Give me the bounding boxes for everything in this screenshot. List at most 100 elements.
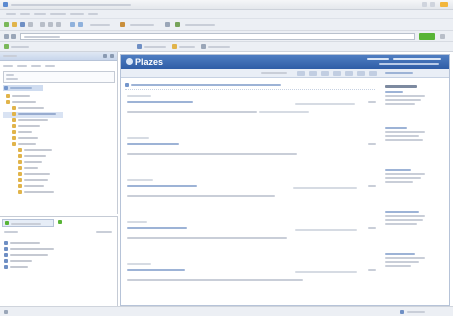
- status-bar: [0, 306, 453, 316]
- sidebar-text: [385, 223, 417, 225]
- site-logo[interactable]: Plazes: [135, 57, 163, 67]
- menu-edit[interactable]: [20, 13, 30, 15]
- post-title-link[interactable]: [127, 185, 197, 187]
- nav-tool-2[interactable]: [17, 65, 27, 67]
- outline-tab-label[interactable]: [179, 46, 195, 48]
- maximize-icon[interactable]: [430, 2, 435, 7]
- new-icon[interactable]: [4, 22, 9, 27]
- sidebar-link[interactable]: [385, 169, 411, 171]
- history-tab-icon[interactable]: [201, 44, 206, 49]
- menu-navigate[interactable]: [50, 13, 66, 15]
- perspective-label[interactable]: [11, 46, 29, 48]
- history-tab-label[interactable]: [208, 46, 230, 48]
- list-item[interactable]: [3, 265, 113, 271]
- outline-tab-icon[interactable]: [172, 44, 177, 49]
- reply-link[interactable]: [368, 143, 376, 145]
- open-icon[interactable]: [12, 22, 17, 27]
- menu-help[interactable]: [88, 13, 98, 15]
- header-link-2[interactable]: [393, 58, 441, 60]
- page-icon: [12, 118, 16, 122]
- nav-btn-2[interactable]: [309, 71, 317, 76]
- sidebar-link[interactable]: [385, 91, 403, 93]
- list-item-label: [10, 260, 32, 262]
- right-sidebar: [385, 85, 447, 303]
- sidebar-text: [385, 177, 421, 179]
- sidebar-link[interactable]: [385, 253, 415, 255]
- post-title-link[interactable]: [127, 227, 187, 229]
- outline-tab[interactable]: [2, 219, 54, 227]
- header-link-3[interactable]: [379, 63, 439, 65]
- nav-btn-5[interactable]: [345, 71, 353, 76]
- paste-icon[interactable]: [56, 22, 61, 27]
- breadcrumb-text[interactable]: [131, 84, 281, 86]
- panel-close-icon[interactable]: [110, 54, 114, 58]
- page-icon: [18, 184, 22, 188]
- tree-selected-root[interactable]: [3, 85, 43, 91]
- outline-tools[interactable]: [96, 231, 112, 233]
- nav-tool-1[interactable]: [3, 65, 13, 67]
- browser-tab-icon[interactable]: [137, 44, 142, 49]
- post-list: [121, 95, 377, 305]
- sidebar-link[interactable]: [385, 211, 419, 213]
- post-title-link[interactable]: [127, 101, 193, 103]
- print-icon[interactable]: [28, 22, 33, 27]
- logo-mark-icon: [126, 58, 133, 65]
- perspective-icon[interactable]: [4, 44, 9, 49]
- post-meta: [127, 179, 153, 181]
- nav-btn-7[interactable]: [369, 71, 377, 76]
- address-bar: [0, 31, 453, 42]
- forward-icon[interactable]: [11, 34, 16, 39]
- menu-window[interactable]: [70, 13, 84, 15]
- nav-btn-1[interactable]: [297, 71, 305, 76]
- reply-link[interactable]: [368, 269, 376, 271]
- root-icon: [4, 86, 8, 90]
- site-header: Plazes: [121, 55, 449, 69]
- nav-tool-4[interactable]: [45, 65, 55, 67]
- navigator-filter[interactable]: [3, 71, 115, 83]
- redo-icon[interactable]: [78, 22, 83, 27]
- nav-btn-4[interactable]: [333, 71, 341, 76]
- main-toolbar: [0, 19, 453, 31]
- search-icon[interactable]: [120, 22, 125, 27]
- nav-btn-3[interactable]: [321, 71, 329, 76]
- go-button[interactable]: [419, 33, 435, 40]
- url-input[interactable]: [20, 33, 415, 40]
- back-icon[interactable]: [4, 34, 9, 39]
- menu-view[interactable]: [34, 13, 46, 15]
- reply-link[interactable]: [368, 227, 376, 229]
- list-item: [125, 95, 375, 129]
- minimize-icon[interactable]: [422, 2, 427, 7]
- menu-file[interactable]: [6, 13, 16, 15]
- nav-tool-3[interactable]: [31, 65, 41, 67]
- post-excerpt: [127, 237, 287, 239]
- toolbar-label-2: [130, 24, 154, 26]
- dropdown-icon[interactable]: [440, 34, 445, 39]
- header-link-1[interactable]: [367, 58, 389, 60]
- save-icon[interactable]: [20, 22, 25, 27]
- cut-icon[interactable]: [40, 22, 45, 27]
- tree-item-label: [18, 107, 44, 109]
- post-title-link[interactable]: [127, 143, 179, 145]
- sub-nav-link[interactable]: [385, 72, 413, 74]
- panel-minimize-icon[interactable]: [103, 54, 107, 58]
- nav-btn-6[interactable]: [357, 71, 365, 76]
- filter-label: [6, 74, 14, 76]
- settings-icon[interactable]: [165, 22, 170, 27]
- post-title-link[interactable]: [127, 269, 185, 271]
- undo-icon[interactable]: [70, 22, 75, 27]
- list-item: [125, 137, 375, 171]
- sidebar-link[interactable]: [385, 127, 407, 129]
- outline-add-icon[interactable]: [58, 220, 62, 224]
- folder-icon: [6, 94, 10, 98]
- reply-link[interactable]: [368, 101, 376, 103]
- tree-item[interactable]: [3, 190, 115, 196]
- refresh-icon[interactable]: [175, 22, 180, 27]
- copy-icon[interactable]: [48, 22, 53, 27]
- browser-tab-label[interactable]: [144, 46, 166, 48]
- close-icon[interactable]: [440, 2, 448, 7]
- post-excerpt: [127, 111, 257, 113]
- list-item-label: [10, 248, 54, 250]
- item-icon: [4, 241, 8, 245]
- menu-bar: [0, 10, 453, 19]
- reply-link[interactable]: [368, 185, 376, 187]
